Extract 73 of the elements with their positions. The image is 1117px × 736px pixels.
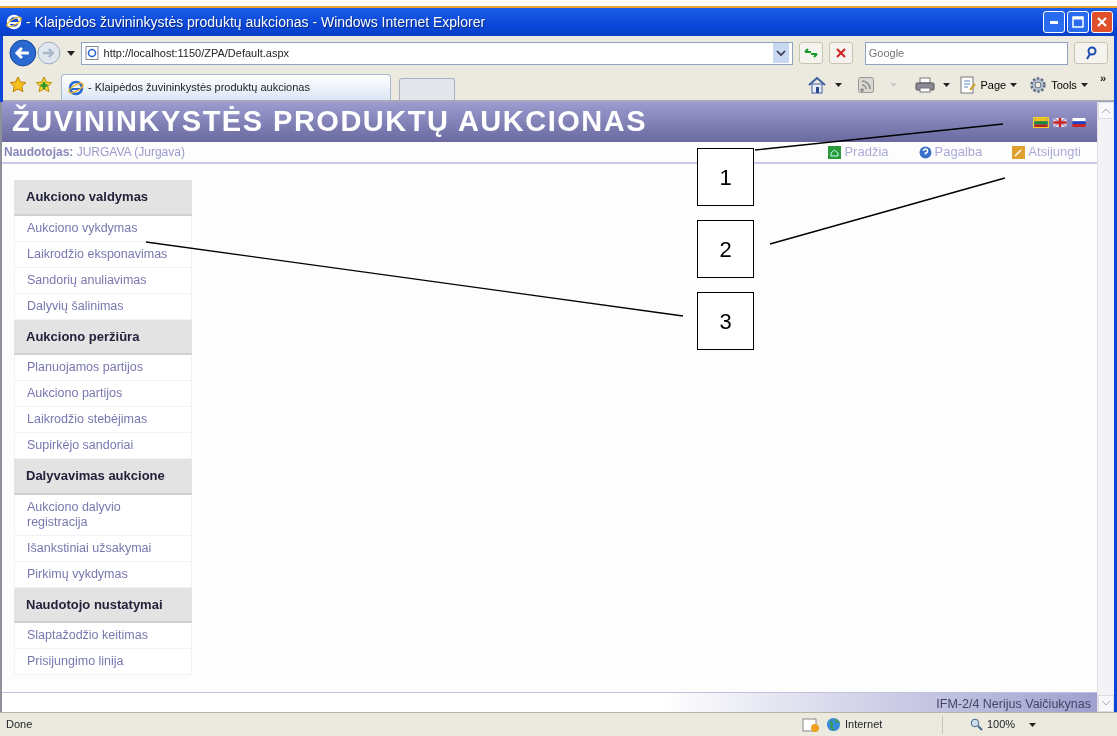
top-link[interactable]: Atsijungti — [1012, 142, 1081, 162]
star-icon[interactable] — [9, 76, 27, 94]
menu-item[interactable]: Aukciono vykdymas — [14, 215, 192, 242]
dropdown-arrow-icon — [890, 83, 898, 87]
refresh-icon — [803, 46, 819, 60]
menu-section-header: Naudotojo nustatymai — [14, 587, 192, 623]
menu-section-header: Aukciono valdymas — [14, 180, 192, 216]
menu-item[interactable]: Sandorių anuliavimas — [14, 267, 192, 294]
dropdown-arrow-icon[interactable] — [943, 83, 951, 87]
dropdown-arrow-icon[interactable] — [835, 83, 843, 87]
magnifier-icon — [970, 718, 983, 731]
more-button[interactable]: » — [1097, 70, 1108, 87]
home-icon[interactable] — [807, 76, 828, 94]
gear-icon — [1029, 76, 1048, 94]
search-icon — [1085, 46, 1098, 60]
help-icon — [918, 145, 932, 159]
minimize-button[interactable] — [1043, 11, 1065, 33]
menu-section-header: Dalyvavimas aukcione — [14, 459, 192, 495]
menu-item[interactable]: Pirkimų vykdymas — [14, 561, 192, 588]
menu-item[interactable]: Planuojamos partijos — [14, 355, 192, 381]
menu-item[interactable]: Prisijungimo linija — [14, 649, 192, 675]
user-label: Naudotojas: JURGAVA (Jurgava) — [4, 144, 185, 161]
security-icon — [802, 716, 820, 733]
menu-item[interactable]: Laikrodžio eksponavimas — [14, 241, 192, 268]
add-favorite-icon[interactable] — [35, 76, 53, 94]
search-button[interactable] — [1074, 42, 1108, 64]
top-link[interactable]: Pagalba — [918, 142, 983, 162]
footer-text: IFM-2/4 Nerijus Vaičiukynas — [936, 697, 1091, 711]
ie-logo-icon — [68, 79, 84, 96]
page-title: ŽUVININKYSTĖS PRODUKTŲ AUKCIONAS — [12, 103, 647, 140]
minimize-icon — [1050, 20, 1058, 24]
refresh-button[interactable] — [799, 42, 823, 64]
top-link[interactable]: Pradžia — [828, 142, 889, 162]
menu-item[interactable]: Laikrodžio stebėjimas — [14, 407, 192, 433]
stop-icon — [834, 47, 847, 59]
dropdown-arrow-icon[interactable] — [66, 50, 75, 56]
page-menu-button[interactable]: Page — [958, 76, 1020, 94]
zone-indicator: Internet — [826, 716, 936, 733]
tools-menu-button[interactable]: Tools — [1027, 76, 1090, 94]
caret-icon — [1080, 83, 1088, 87]
close-icon — [1096, 16, 1108, 28]
menu-item[interactable]: Išankstiniai užsakymai — [14, 535, 192, 562]
address-field[interactable]: http://localhost:1150/ZPA/Default.aspx — [80, 41, 794, 65]
menu-item[interactable]: Supirkėjo sandoriai — [14, 433, 192, 459]
menu-item[interactable]: Aukciono partijos — [14, 381, 192, 407]
status-text: Done — [6, 717, 34, 733]
pencil-icon — [1012, 145, 1026, 159]
home-icon — [828, 145, 842, 159]
ie-logo-icon — [6, 14, 22, 30]
flag-icon[interactable] — [1071, 116, 1087, 128]
callout-label: 2 — [697, 220, 754, 278]
caret-icon — [1010, 83, 1018, 87]
menu-item[interactable]: Aukciono dalyvio registracija — [14, 494, 192, 536]
back-button[interactable] — [9, 39, 37, 67]
stop-button[interactable] — [828, 42, 853, 64]
caret-icon — [1029, 722, 1037, 727]
callout-label: 1 — [697, 148, 754, 206]
menu-section-header: Aukciono peržiūra — [14, 319, 192, 355]
window-title: - Klaipėdos žuvininkystės produktų aukcionas - Windows Internet Explorer — [26, 12, 487, 32]
menu-item[interactable]: Dalyvių šalinimas — [14, 293, 192, 320]
feed-icon[interactable] — [858, 77, 875, 93]
flag-icon[interactable] — [1052, 116, 1068, 128]
close-button[interactable] — [1091, 11, 1113, 33]
zoom-button[interactable]: 100% — [970, 716, 1037, 733]
search-field[interactable]: Google — [864, 41, 1069, 65]
callout-label: 3 — [697, 292, 754, 350]
menu-item[interactable]: Slaptažodžio keitimas — [14, 623, 192, 649]
maximize-button[interactable] — [1067, 11, 1089, 33]
maximize-icon — [1072, 16, 1084, 28]
page-icon — [84, 46, 99, 60]
printer-icon[interactable] — [915, 77, 936, 93]
page-icon — [960, 76, 977, 94]
browser-tab[interactable]: - Klaipėdos žuvininkystės produktų aukcionas — [61, 74, 391, 100]
